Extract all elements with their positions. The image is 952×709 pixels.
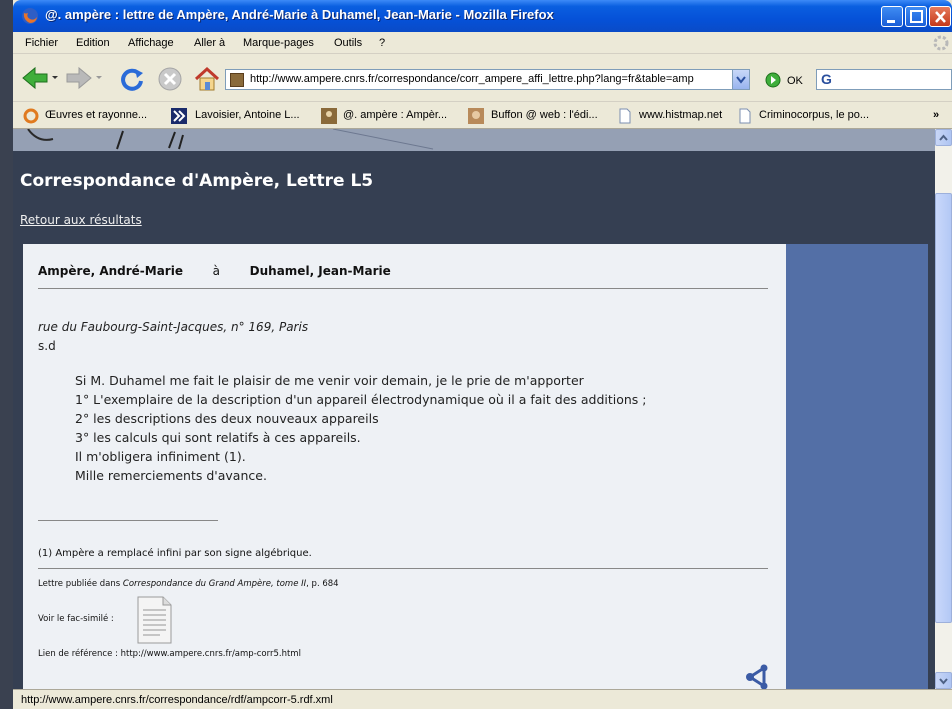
letter-line: Mille remerciements d'avance. [75,468,267,483]
search-box[interactable]: G [816,69,952,90]
page-icon [739,108,751,124]
bookmarks-toolbar: Œuvres et rayonne... Lavoisier, Antoine … [13,102,952,129]
bookmark-histmap[interactable]: www.histmap.net [639,109,722,121]
publication-info: Lettre publiée dans Correspondance du Gr… [38,579,339,589]
bookmark-lavoisier[interactable]: Lavoisier, Antoine L... [195,109,300,121]
page-banner [13,129,935,151]
bookmark-oeuvres[interactable]: Œuvres et rayonne... [45,109,147,121]
url-bar[interactable]: http://www.ampere.cnrs.fr/correspondance… [225,69,750,90]
publication-suffix: , p. 684 [306,579,339,589]
menu-bar: Fichier Edition Affichage Aller à Marque… [13,32,952,54]
status-text: http://www.ampere.cnrs.fr/correspondance… [21,694,333,706]
publication-prefix: Lettre publiée dans [38,579,123,589]
stop-icon[interactable] [157,66,183,92]
back-to-results-link[interactable]: Retour aux résultats [20,213,142,227]
close-icon [935,11,946,23]
chevron-up-icon [939,134,948,141]
firefox-icon [22,8,38,24]
letter-panel: Ampère, André-Marie à Duhamel, Jean-Mari… [23,244,786,689]
letter-line: 2° les descriptions des deux nouveaux ap… [75,411,379,426]
publication-title: Correspondance du Grand Ampère, tome II [122,579,307,589]
divider [38,288,768,289]
letter-header: Ampère, André-Marie à Duhamel, Jean-Mari… [38,264,391,278]
facsimile-document-icon[interactable] [136,596,173,644]
facsimile-label: Voir le fac-similé : [38,614,114,624]
menu-help[interactable]: ? [379,37,385,49]
menu-edition[interactable]: Edition [76,37,110,49]
minimize-button[interactable] [881,6,903,27]
bookmark-favicon-icon [171,108,187,124]
maximize-icon [910,10,923,23]
menu-affichage[interactable]: Affichage [128,37,174,49]
forward-arrow-icon[interactable] [65,66,103,90]
navigation-toolbar: http://www.ampere.cnrs.fr/correspondance… [13,54,952,102]
letter-line: 1° L'exemplaire de la description d'un a… [75,392,647,407]
status-bar: http://www.ampere.cnrs.fr/correspondance… [13,689,952,709]
site-favicon-icon [230,73,244,87]
letter-date: s.d [38,339,56,353]
page-icon [619,108,631,124]
letter-line: Si M. Duhamel me fait le plaisir de me v… [75,373,584,388]
author-name[interactable]: Ampère [38,264,91,278]
bookmarks-overflow-chevron[interactable]: » [933,109,939,121]
divider [38,568,768,569]
letter-line: 3° les calculs qui sont relatifs à ces a… [75,430,361,445]
author-first-name: , André-Marie [90,264,183,278]
title-bar: @. ampère : lettre de Ampère, André-Mari… [13,0,952,32]
minimize-icon [887,20,895,23]
window-title: @. ampère : lettre de Ampère, André-Mari… [45,7,554,22]
close-button[interactable] [929,6,951,27]
browser-window: @. ampère : lettre de Ampère, André-Mari… [13,0,952,709]
to-label: à [212,264,220,278]
bookmark-ampere[interactable]: @. ampère : Ampèr... [343,109,447,121]
google-search-icon: G [821,71,832,87]
home-icon[interactable] [193,66,221,92]
reference-link[interactable]: Lien de référence : http://www.ampere.cn… [38,649,301,659]
throbber-icon [933,35,949,51]
menu-outils[interactable]: Outils [334,37,362,49]
bookmark-favicon-icon [321,108,337,124]
page-content: Correspondance d'Ampère, Lettre L5 Retou… [13,129,935,689]
rdf-icon[interactable] [745,664,771,689]
letter-line: Il m'obligera infiniment (1). [75,449,246,464]
go-icon[interactable] [765,72,781,88]
reload-icon[interactable] [119,66,145,92]
maximize-button[interactable] [905,6,927,27]
url-dropdown-button[interactable] [732,70,749,89]
recipient-name[interactable]: Duhamel [250,264,310,278]
chevron-down-icon [939,678,948,685]
bookmark-buffon[interactable]: Buffon @ web : l'édi... [491,109,598,121]
vertical-scrollbar[interactable] [935,129,952,689]
bookmark-favicon-icon [468,108,484,124]
recipient-first-name: , Jean-Marie [309,264,391,278]
page-title: Correspondance d'Ampère, Lettre L5 [20,171,374,191]
menu-aller[interactable]: Aller à [194,37,225,49]
back-arrow-icon[interactable] [21,66,59,90]
bookmark-favicon-icon [23,108,39,124]
letter-place: rue du Faubourg-Saint-Jacques, n° 169, P… [38,320,309,334]
chevron-down-icon [736,76,746,84]
scroll-up-button[interactable] [935,129,952,146]
footnote: (1) Ampère a remplacé infini par son sig… [38,548,312,559]
menu-fichier[interactable]: Fichier [25,37,58,49]
go-label[interactable]: OK [787,75,803,87]
scroll-thumb[interactable] [935,193,952,623]
side-column [786,244,928,689]
scroll-down-button[interactable] [935,672,952,689]
url-text: http://www.ampere.cnrs.fr/correspondance… [250,73,694,85]
menu-marque-pages[interactable]: Marque-pages [243,37,314,49]
footnote-divider [38,520,218,521]
bookmark-criminocorpus[interactable]: Criminocorpus, le po... [759,109,869,121]
